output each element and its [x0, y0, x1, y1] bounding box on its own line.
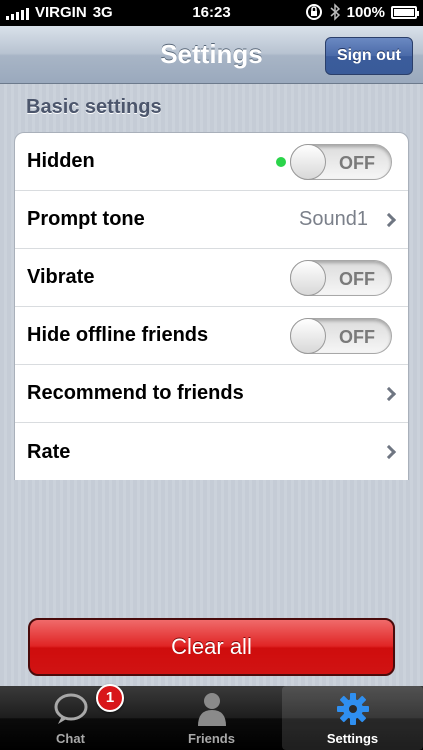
hidden-toggle[interactable]: OFF [290, 143, 392, 180]
tab-label: Chat [56, 731, 85, 746]
setting-label: Vibrate [27, 266, 95, 288]
setting-row-hidden[interactable]: Hidden OFF [15, 133, 408, 191]
settings-content[interactable]: Basic settings Hidden OFF Prompt tone So… [0, 84, 423, 686]
settings-group: Hidden OFF Prompt tone Sound1 Vibrate OF… [14, 132, 409, 480]
vibrate-toggle[interactable]: OFF [290, 259, 392, 296]
chat-bubble-icon [54, 693, 87, 724]
tab-chat[interactable]: 1 Chat [0, 684, 141, 750]
setting-label: Hide offline friends [27, 324, 209, 346]
toggle-state: OFF [339, 326, 375, 347]
toggle-knob [290, 259, 326, 296]
chevron-right-icon [381, 444, 397, 460]
chevron-right-icon [381, 386, 397, 401]
toggle-knob [290, 143, 326, 180]
rotation-lock-icon [305, 4, 322, 20]
section-header: Basic settings [26, 96, 162, 118]
setting-label: Recommend to friends [27, 382, 244, 404]
status-right-group: 100% [305, 3, 419, 21]
online-status-icon [276, 156, 286, 167]
setting-row-prompt-tone[interactable]: Prompt tone Sound1 [15, 191, 408, 249]
setting-row-recommend[interactable]: Recommend to friends [15, 365, 408, 423]
person-icon [197, 693, 226, 726]
setting-label: Rate [27, 440, 71, 463]
status-bar: VIRGIN 3G 16:23 100% [0, 0, 423, 26]
setting-label: Hidden [27, 150, 95, 172]
clear-all-button[interactable]: Clear all [28, 618, 395, 676]
tab-friends[interactable]: Friends [141, 686, 282, 750]
tab-settings[interactable]: Settings [282, 686, 423, 750]
setting-row-rate[interactable]: Rate [15, 423, 408, 480]
chevron-right-icon [381, 212, 397, 227]
toggle-knob [290, 317, 326, 354]
tab-bar: 1 Chat Friends Settings [0, 684, 423, 750]
unread-badge: 1 [96, 684, 124, 712]
toggle-state: OFF [339, 152, 375, 173]
setting-value: Sound1 [299, 208, 368, 230]
battery-percent: 100% [346, 3, 385, 21]
setting-row-vibrate[interactable]: Vibrate OFF [15, 249, 408, 307]
sign-out-button[interactable]: Sign out [325, 37, 413, 75]
tab-label: Friends [188, 731, 235, 746]
gear-icon [336, 693, 369, 725]
hide-offline-friends-toggle[interactable]: OFF [290, 317, 392, 354]
bluetooth-icon [330, 3, 340, 21]
setting-label: Prompt tone [27, 208, 145, 230]
toggle-state: OFF [339, 268, 375, 289]
navigation-bar: Settings Sign out [0, 26, 423, 84]
setting-row-hide-offline-friends[interactable]: Hide offline friends OFF [15, 307, 408, 365]
tab-label: Settings [326, 731, 379, 746]
battery-icon [391, 5, 419, 19]
